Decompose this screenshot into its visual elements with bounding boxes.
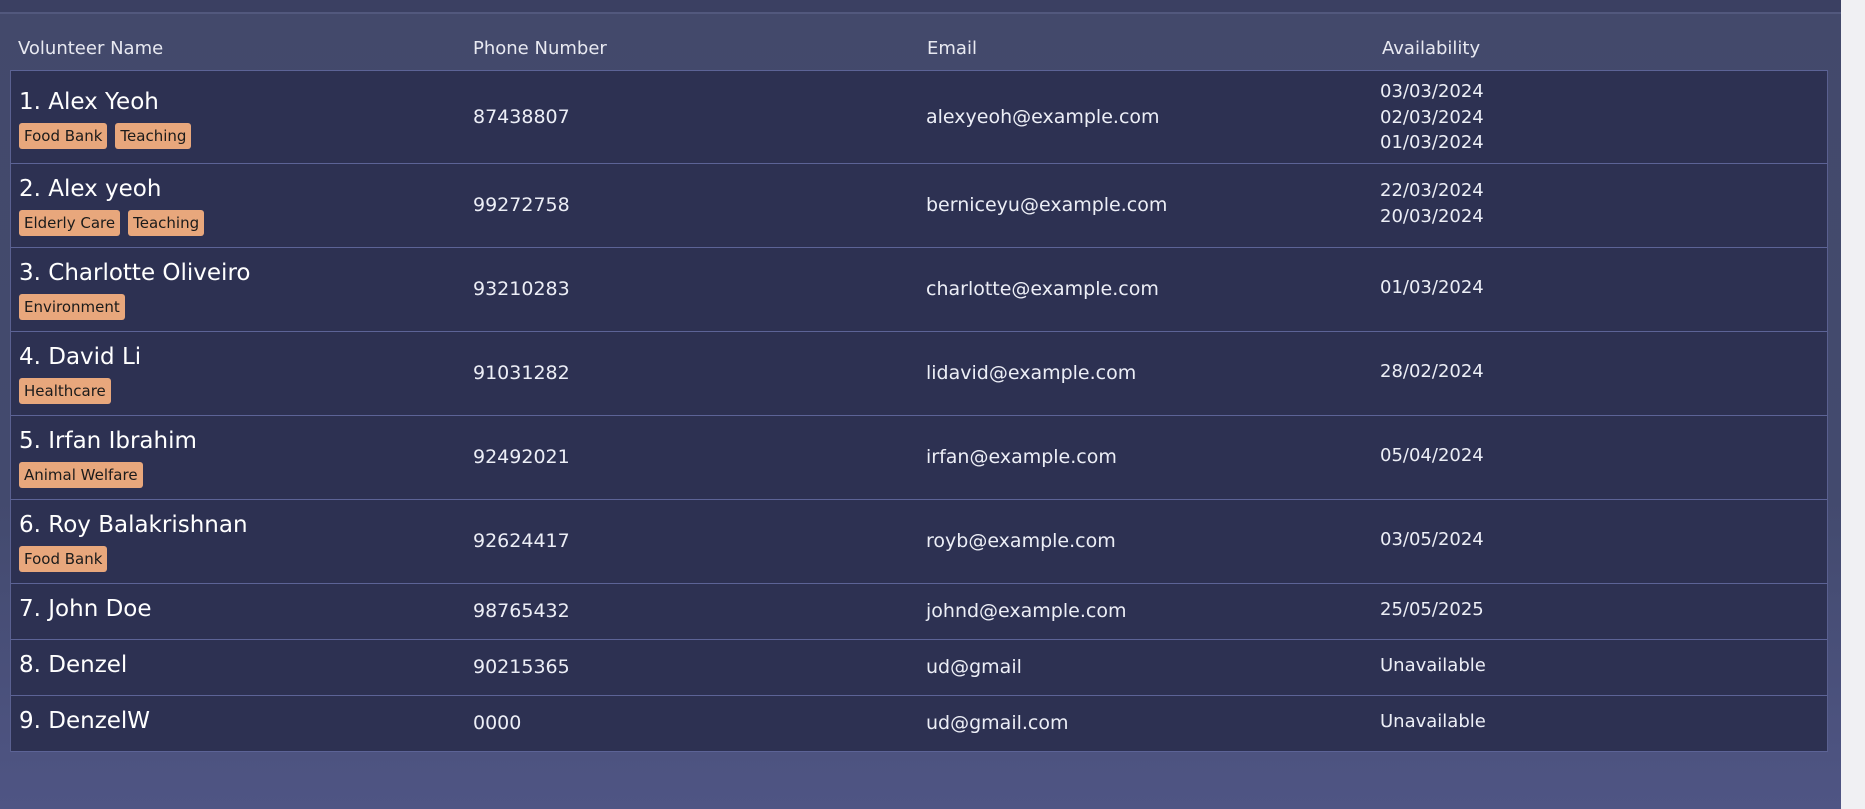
phone-number: 93210283 [473, 278, 570, 300]
volunteer-name: 6. Roy Balakrishnan [19, 512, 248, 538]
email-address: johnd@example.com [926, 600, 1127, 622]
volunteer-name: 5. Irfan Ibrahim [19, 428, 197, 454]
volunteer-name: 3. Charlotte Oliveiro [19, 260, 251, 286]
availability-date: 02/03/2024 [1380, 106, 1484, 128]
availability-date: 05/04/2024 [1380, 445, 1484, 466]
availability-date: 01/03/2024 [1380, 132, 1484, 153]
phone-number: 91031282 [473, 362, 570, 384]
tag-badge: Teaching [128, 210, 205, 236]
availability-list: 03/03/2024 02/03/2024 01/03/2024 [1380, 79, 1484, 156]
availability-date: 22/03/2024 [1380, 180, 1484, 201]
availability-date: Unavailable [1380, 711, 1486, 732]
tag-list: Food Bank Teaching [19, 123, 199, 149]
table-row[interactable]: 3. Charlotte Oliveiro Environment 93210283… [11, 248, 1827, 332]
availability-date: 28/02/2024 [1380, 361, 1484, 382]
tag-badge: Food Bank [19, 123, 108, 149]
tag-badge: Animal Welfare [19, 462, 143, 488]
phone-number: 87438807 [473, 106, 570, 128]
table-row[interactable]: 1. Alex Yeoh Food Bank Teaching 87438807 ale… [11, 70, 1827, 164]
tag-badge: Elderly Care [19, 210, 121, 236]
email-address: ud@gmail.com [926, 712, 1069, 734]
email-address: lidavid@example.com [926, 362, 1137, 384]
tag-badge: Teaching [115, 123, 192, 149]
volunteer-name: 8. Denzel [19, 652, 128, 678]
availability-list: 25/05/2025 [1380, 597, 1484, 623]
table-row[interactable]: 6. Roy Balakrishnan Food Bank 92624417 royb… [11, 500, 1827, 584]
phone-number: 90215365 [473, 656, 570, 678]
table-row[interactable]: 9. DenzelW 0000 ud@gmail.com Unavailable [11, 696, 1827, 752]
table-header: Volunteer Name Phone Number Email Availa… [10, 34, 1826, 70]
tag-badge: Environment [19, 294, 125, 320]
header-phone-number: Phone Number [473, 38, 607, 59]
availability-list: 28/02/2024 [1380, 359, 1484, 385]
email-address: berniceyu@example.com [926, 194, 1168, 216]
volunteer-list[interactable]: 1. Alex Yeoh Food Bank Teaching 87438807 ale… [10, 70, 1828, 752]
header-availability: Availability [1382, 38, 1481, 59]
app-window: Volunteer Name Phone Number Email Availa… [0, 0, 1841, 809]
email-address: irfan@example.com [926, 446, 1117, 468]
volunteer-name: 1. Alex Yeoh [19, 89, 159, 115]
availability-list: 03/05/2024 [1380, 527, 1484, 553]
availability-list: Unavailable [1380, 653, 1486, 679]
tag-list: Elderly Care Teaching [19, 210, 212, 236]
availability-date: 03/03/2024 [1380, 81, 1484, 102]
phone-number: 92624417 [473, 530, 570, 552]
email-address: alexyeoh@example.com [926, 106, 1160, 128]
header-volunteer-name: Volunteer Name [18, 38, 164, 59]
availability-date: Unavailable [1380, 655, 1486, 676]
phone-number: 92492021 [473, 446, 570, 468]
volunteer-name: 2. Alex yeoh [19, 176, 162, 202]
availability-date: 01/03/2024 [1380, 277, 1484, 298]
availability-list: 01/03/2024 [1380, 275, 1484, 301]
email-address: royb@example.com [926, 530, 1116, 552]
availability-date: 25/05/2025 [1380, 599, 1484, 620]
tag-list: Environment [19, 294, 133, 320]
table-row[interactable]: 8. Denzel 90215365 ud@gmail Unavailable [11, 640, 1827, 696]
email-address: charlotte@example.com [926, 278, 1159, 300]
availability-list: 22/03/2024 20/03/2024 [1380, 178, 1484, 229]
volunteer-name: 9. DenzelW [19, 708, 151, 734]
tag-list: Animal Welfare [19, 462, 151, 488]
tag-list: Food Bank [19, 546, 115, 572]
availability-list: 05/04/2024 [1380, 443, 1484, 469]
table-row[interactable]: 2. Alex yeoh Elderly Care Teaching 99272758… [11, 164, 1827, 248]
volunteer-name: 4. David Li [19, 344, 142, 370]
availability-date: 20/03/2024 [1380, 205, 1484, 227]
top-bar [0, 0, 1841, 14]
availability-date: 03/05/2024 [1380, 529, 1484, 550]
vertical-scrollbar[interactable] [1841, 0, 1865, 809]
email-address: ud@gmail [926, 656, 1022, 678]
tag-badge: Food Bank [19, 546, 108, 572]
volunteer-name: 7. John Doe [19, 596, 152, 622]
tag-list: Healthcare [19, 378, 119, 404]
tag-badge: Healthcare [19, 378, 111, 404]
phone-number: 99272758 [473, 194, 570, 216]
table-row[interactable]: 5. Irfan Ibrahim Animal Welfare 92492021 ir… [11, 416, 1827, 500]
availability-list: Unavailable [1380, 709, 1486, 735]
phone-number: 0000 [473, 712, 522, 734]
table-row[interactable]: 4. David Li Healthcare 91031282 lidavid@exa… [11, 332, 1827, 416]
table-row[interactable]: 7. John Doe 98765432 johnd@example.com 25/0… [11, 584, 1827, 640]
header-email: Email [927, 38, 977, 59]
phone-number: 98765432 [473, 600, 570, 622]
